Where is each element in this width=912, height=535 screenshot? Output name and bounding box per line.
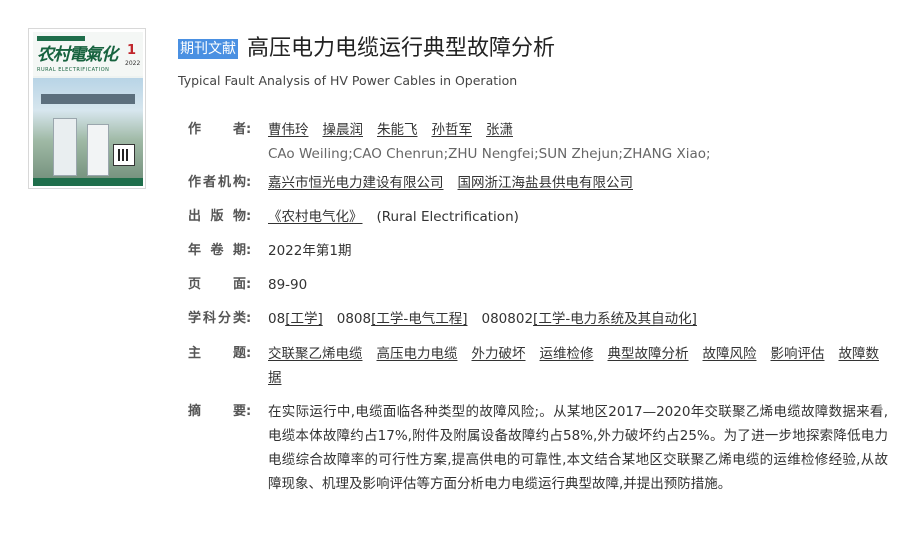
cover-year: 2022 xyxy=(125,60,141,67)
cover-photo-charger xyxy=(87,124,109,176)
classification-code: 08 xyxy=(268,311,286,327)
article-type-badge: 期刊文献 xyxy=(178,39,238,59)
journal-cover-frame[interactable]: 农村電氣化 RURAL ELECTRIFICATION 1 2022 xyxy=(28,28,146,189)
classification-code: 0808 xyxy=(336,311,372,327)
cover-issue-number: 1 xyxy=(127,43,137,58)
affiliation-link[interactable]: 嘉兴市恒光电力建设有限公司 xyxy=(268,175,444,191)
publication-value: 《农村电气化》 (Rural Electrification) xyxy=(268,205,888,229)
cover-photo-charger xyxy=(53,118,77,176)
author-link[interactable]: 孙哲军 xyxy=(432,122,473,138)
authors-label: 作者: xyxy=(188,122,252,137)
abstract-label: 摘要: xyxy=(188,404,252,419)
journal-link[interactable]: 《农村电气化》 xyxy=(268,209,363,225)
author-link[interactable]: 操晨润 xyxy=(323,122,364,138)
classification-value: 08[工学] 0808[工学-电气工程] 080802[工学-电力系统及其自动化] xyxy=(268,307,888,331)
volume-value: 2022年第1期 xyxy=(268,243,352,259)
journal-english-name: (Rural Electrification) xyxy=(376,209,519,225)
keyword-link[interactable]: 典型故障分析 xyxy=(608,346,689,362)
author-list: 曹伟玲 操晨润 朱能飞 孙哲军 张潇 xyxy=(268,118,888,142)
publication-label: 出版物: xyxy=(188,209,252,224)
keyword-link[interactable]: 影响评估 xyxy=(771,346,825,362)
abstract-text: 在实际运行中,电缆面临各种类型的故障风险;。从某地区2017—2020年交联聚乙… xyxy=(268,404,888,492)
keyword-link[interactable]: 故障风险 xyxy=(703,346,757,362)
author-link[interactable]: 张潇 xyxy=(486,122,513,138)
cover-subtitle: RURAL ELECTRIFICATION xyxy=(37,67,110,73)
keyword-link[interactable]: 高压电力电缆 xyxy=(377,346,458,362)
keywords-label: 主题: xyxy=(188,346,252,361)
author-link[interactable]: 朱能飞 xyxy=(377,122,418,138)
classification-link[interactable]: [工学-电力系统及其自动化] xyxy=(533,311,697,327)
keyword-link[interactable]: 交联聚乙烯电缆 xyxy=(268,346,363,362)
pages-label: 页面: xyxy=(188,277,252,292)
cover-qr-code xyxy=(113,144,135,166)
cover-top-band xyxy=(37,36,85,41)
article-detail-page: 农村電氣化 RURAL ELECTRIFICATION 1 2022 期刊文献 … xyxy=(0,0,912,535)
keyword-link[interactable]: 运维检修 xyxy=(540,346,594,362)
affiliation-link[interactable]: 国网浙江海盐县供电有限公司 xyxy=(458,175,634,191)
cover-photo-canopy xyxy=(41,94,135,104)
classification-label: 学科分类: xyxy=(188,311,252,326)
keywords-value: 交联聚乙烯电缆 高压电力电缆 外力破坏 运维检修 典型故障分析 故障风险 影响评估 故障数据 xyxy=(268,342,888,390)
article-english-title: Typical Fault Analysis of HV Power Cable… xyxy=(178,73,518,88)
author-link[interactable]: 曹伟玲 xyxy=(268,122,309,138)
keyword-link[interactable]: 外力破坏 xyxy=(472,346,526,362)
pages-value: 89-90 xyxy=(268,277,308,293)
author-english-names: CAo Weiling;CAO Chenrun;ZHU Nengfei;SUN … xyxy=(268,146,711,162)
classification-link[interactable]: [工学-电气工程] xyxy=(371,311,467,327)
classification-link[interactable]: [工学] xyxy=(285,311,323,327)
authors-value: 曹伟玲 操晨润 朱能飞 孙哲军 张潇 CAo Weiling;CAO Chenrun;Z… xyxy=(268,118,888,166)
journal-cover-image[interactable]: 农村電氣化 RURAL ELECTRIFICATION 1 2022 xyxy=(33,32,143,186)
classification-code: 080802 xyxy=(481,311,534,327)
affiliation-value: 嘉兴市恒光电力建设有限公司 国网浙江海盐县供电有限公司 xyxy=(268,171,888,195)
affiliation-label: 作者机构: xyxy=(188,175,252,190)
cover-title: 农村電氣化 xyxy=(37,45,118,65)
article-title: 高压电力电缆运行典型故障分析 xyxy=(247,36,556,61)
cover-bottom-strip xyxy=(33,178,143,186)
volume-label: 年卷期: xyxy=(188,243,252,258)
